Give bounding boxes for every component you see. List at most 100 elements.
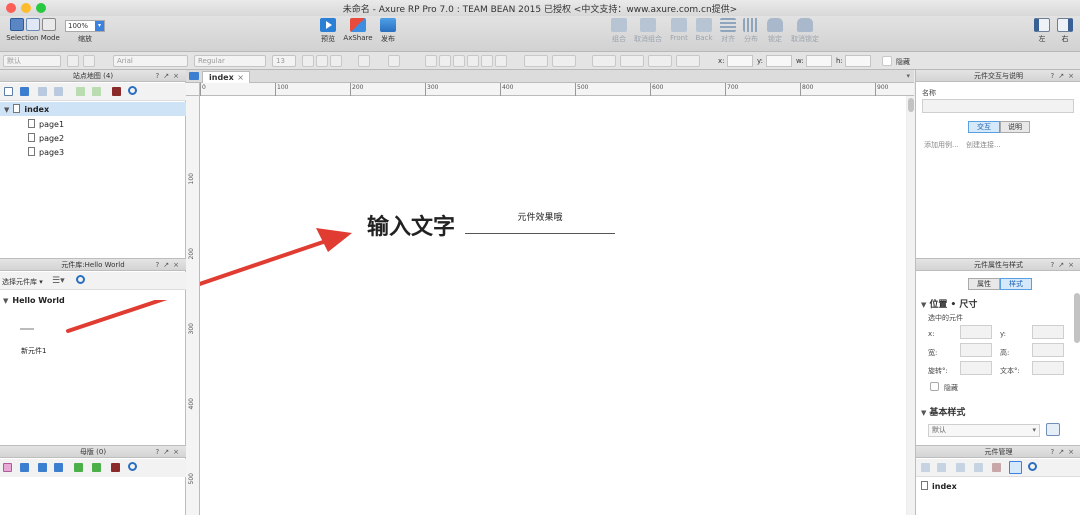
tab-index[interactable]: index × [202, 71, 250, 83]
line-color-icon[interactable] [552, 55, 576, 67]
design-canvas[interactable]: 输入文字 元件效果哦 [200, 96, 915, 515]
style-select[interactable]: 默认 [3, 55, 61, 67]
indent-icon[interactable] [76, 87, 85, 96]
name-input[interactable] [922, 99, 1074, 113]
sitemap-item-page1[interactable]: page1 [28, 119, 64, 129]
delete-master-icon[interactable] [111, 463, 120, 472]
format-painter-icon[interactable] [1046, 423, 1060, 436]
sitemap-item-index[interactable]: ▼ index [0, 102, 186, 116]
tab-style[interactable]: 样式 [1000, 278, 1032, 290]
hidden-checkbox[interactable] [882, 56, 892, 66]
widget-thumbnail-icon[interactable] [20, 328, 34, 330]
prop-h-input[interactable] [1032, 343, 1064, 357]
search-icon[interactable] [128, 462, 137, 471]
filter-icon[interactable] [1009, 461, 1022, 474]
zoom-control[interactable]: 100% ▾ 缩放 [65, 18, 105, 44]
format-painter-icon[interactable] [83, 55, 95, 67]
properties-scrollbar-thumb[interactable] [1074, 293, 1080, 343]
w-input[interactable] [806, 55, 832, 67]
prop-x-input[interactable] [960, 325, 992, 339]
panel-controls-icon[interactable]: ?↗× [1051, 259, 1078, 271]
page-tabs-icon[interactable] [189, 72, 199, 80]
font-select[interactable]: Arial [113, 55, 188, 67]
canvas-scrollbar-thumb[interactable] [908, 98, 914, 112]
expand-triangle-icon[interactable]: ▼ [4, 106, 9, 114]
left-panel-toggle[interactable]: 左 [1033, 18, 1051, 44]
panel-controls-icon[interactable]: ?↗× [1051, 70, 1078, 82]
copy-icon[interactable] [937, 463, 946, 472]
align-middle-icon[interactable] [481, 55, 493, 67]
outdent-icon[interactable] [92, 463, 101, 472]
tab-properties[interactable]: 属性 [968, 278, 1000, 290]
base-style-select[interactable]: 默认 ▾ [928, 424, 1040, 437]
lock-button[interactable]: 锁定 [765, 18, 785, 44]
line-width-icon[interactable] [592, 55, 616, 67]
align-right-icon[interactable] [453, 55, 465, 67]
zoom-select[interactable]: 100% ▾ [65, 20, 105, 32]
sitemap-item-page3[interactable]: page3 [28, 147, 64, 157]
right-panel-toggle[interactable]: 右 [1056, 18, 1074, 44]
outdent-icon[interactable] [92, 87, 101, 96]
prop-w-input[interactable] [960, 343, 992, 357]
create-link-link[interactable]: 创建连接... [966, 140, 1001, 150]
panel-controls-icon[interactable]: ?↗× [156, 259, 183, 271]
prop-y-input[interactable] [1032, 325, 1064, 339]
prop-rotation-input[interactable] [960, 361, 992, 375]
move-up-icon[interactable] [956, 463, 965, 472]
prop-hidden-checkbox[interactable] [930, 382, 939, 391]
underline-icon[interactable] [330, 55, 342, 67]
library-select[interactable]: 选择元件库 ▾ [2, 277, 43, 287]
close-icon[interactable]: × [237, 72, 244, 83]
panel-controls-icon[interactable]: ?↗× [156, 70, 183, 82]
indent-icon[interactable] [74, 463, 83, 472]
sitemap-item-page2[interactable]: page2 [28, 133, 64, 143]
tab-interactions[interactable]: 交互 [968, 121, 1000, 133]
bullet-list-icon[interactable] [388, 55, 400, 67]
align-button[interactable]: 对齐 [718, 18, 738, 44]
bring-front-button[interactable]: Front [668, 18, 690, 42]
distribute-button[interactable]: 分布 [741, 18, 761, 44]
unlock-button[interactable]: 取消锁定 [789, 18, 821, 44]
move-up-icon[interactable] [38, 87, 47, 96]
style-edit-icon[interactable] [67, 55, 79, 67]
italic-icon[interactable] [316, 55, 328, 67]
align-bottom-icon[interactable] [495, 55, 507, 67]
prop-text-rotation-input[interactable] [1032, 361, 1064, 375]
position-size-section[interactable]: ▼ 位置 • 尺寸 [921, 297, 977, 310]
align-center-icon[interactable] [439, 55, 451, 67]
tab-notes[interactable]: 说明 [1000, 121, 1030, 133]
font-size-select[interactable]: 13 [272, 55, 296, 67]
expand-triangle-icon[interactable]: ▼ [3, 297, 8, 305]
add-folder-icon[interactable] [20, 463, 29, 472]
add-widget-icon[interactable] [921, 463, 930, 472]
search-icon[interactable] [128, 86, 137, 95]
publish-button[interactable]: 发布 [378, 18, 398, 44]
axshare-button[interactable]: AxShare [343, 18, 373, 42]
base-style-section[interactable]: ▼ 基本样式 [921, 405, 965, 418]
bold-icon[interactable] [302, 55, 314, 67]
line-pattern-icon[interactable] [620, 55, 644, 67]
x-input[interactable] [727, 55, 753, 67]
move-down-icon[interactable] [54, 463, 63, 472]
library-group[interactable]: ▼ Hello World [3, 296, 65, 305]
add-page-icon[interactable] [4, 87, 13, 96]
ungroup-button[interactable]: 取消组合 [632, 18, 664, 44]
preview-button[interactable]: 预览 [318, 18, 338, 44]
panel-controls-icon[interactable]: ?↗× [156, 446, 183, 458]
selection-mode-button[interactable]: Selection Mode [4, 18, 62, 42]
search-icon[interactable] [1028, 462, 1037, 471]
font-weight-select[interactable]: Regular [194, 55, 266, 67]
outline-item-index[interactable]: index [921, 481, 957, 491]
canvas-scrollbar[interactable] [907, 96, 915, 515]
move-down-icon[interactable] [974, 463, 983, 472]
add-case-link[interactable]: 添加用例... [924, 140, 959, 150]
arrow-style-icon[interactable] [648, 55, 672, 67]
add-folder-icon[interactable] [20, 87, 29, 96]
menu-icon[interactable]: ☰▾ [52, 276, 65, 286]
text-color-icon[interactable] [358, 55, 370, 67]
panel-controls-icon[interactable]: ?↗× [1051, 446, 1078, 458]
y-input[interactable] [766, 55, 792, 67]
search-icon[interactable] [76, 275, 85, 284]
move-up-icon[interactable] [38, 463, 47, 472]
align-top-icon[interactable] [467, 55, 479, 67]
